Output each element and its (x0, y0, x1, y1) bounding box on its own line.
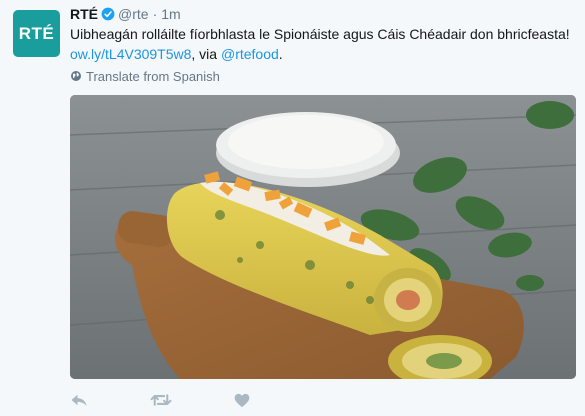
retweet-icon (150, 394, 172, 406)
tweet-text: Uibheagán rolláilte fíorbhlasta le Spion… (70, 24, 576, 64)
tweet: RTÉ RTÉ @rte · 1m Uibheagán rolláilte fí… (0, 0, 585, 416)
avatar-logo-text: RTÉ (18, 23, 55, 43)
period-text: . (278, 46, 283, 62)
retweet-button[interactable] (150, 392, 172, 408)
like-button[interactable] (234, 393, 250, 408)
separator-dot: · (152, 6, 158, 22)
translate-label: Translate from Spanish (86, 68, 220, 84)
translate-link[interactable]: Translate from Spanish (70, 67, 220, 85)
avatar[interactable]: RTÉ (13, 10, 60, 57)
reply-icon (71, 394, 87, 406)
globe-icon (71, 71, 81, 81)
tweet-header: RTÉ @rte · 1m (70, 5, 181, 23)
heart-icon (234, 393, 250, 407)
omelette-roll-photo (70, 95, 576, 379)
author-name[interactable]: RTÉ (70, 5, 98, 23)
via-text: , via (191, 46, 221, 62)
tweet-body: Uibheagán rolláilte fíorbhlasta le Spion… (70, 26, 570, 42)
timestamp[interactable]: 1m (161, 5, 180, 23)
tweet-photo[interactable] (70, 95, 576, 379)
verified-badge-icon (101, 7, 115, 21)
author-handle[interactable]: @rte (118, 5, 149, 23)
tweet-actions (70, 390, 312, 410)
tweet-link[interactable]: ow.ly/tL4V309T5w8 (70, 46, 191, 62)
reply-button[interactable] (70, 392, 88, 408)
mention-link[interactable]: @rtefood (221, 46, 279, 62)
